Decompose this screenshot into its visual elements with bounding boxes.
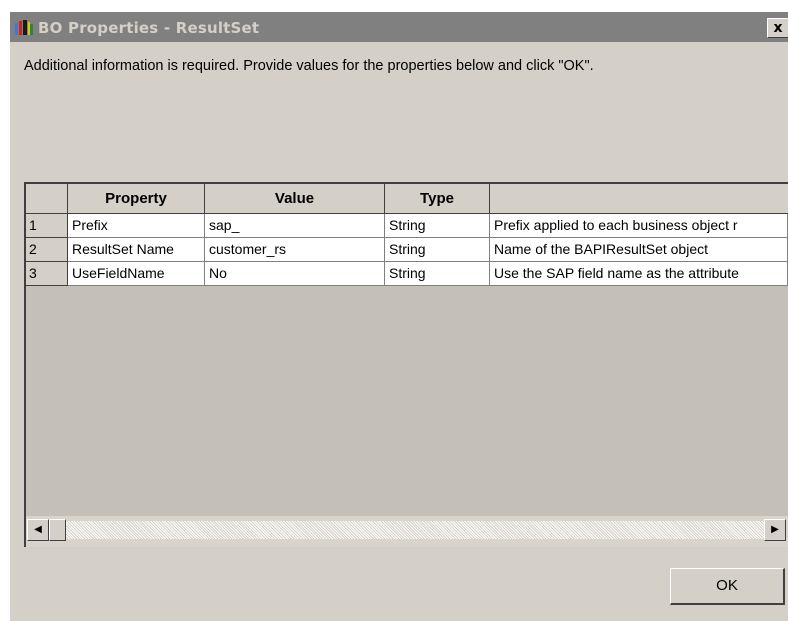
close-button[interactable]: x (767, 18, 788, 38)
column-header-property[interactable]: Property (68, 184, 205, 214)
column-header-value[interactable]: Value (205, 184, 385, 214)
properties-grid: Property Value Type 1 Prefix sap_ String… (24, 182, 788, 547)
arrow-right-icon: ▶ (771, 524, 779, 535)
type-cell[interactable]: String (385, 262, 490, 286)
scroll-right-button[interactable]: ▶ (764, 519, 786, 541)
row-number[interactable]: 2 (26, 238, 68, 262)
value-cell[interactable]: customer_rs (205, 238, 385, 262)
row-number[interactable]: 1 (26, 214, 68, 238)
ok-button[interactable]: OK (670, 568, 785, 605)
scroll-track[interactable] (66, 521, 764, 539)
window-title: BO Properties - ResultSet (38, 19, 260, 37)
type-cell[interactable]: String (385, 214, 490, 238)
value-cell[interactable]: No (205, 262, 385, 286)
horizontal-scrollbar[interactable]: ◀ ▶ (26, 516, 788, 547)
row-number[interactable]: 3 (26, 262, 68, 286)
close-icon: x (773, 20, 783, 36)
value-cell[interactable]: sap_ (205, 214, 385, 238)
description-cell[interactable]: Use the SAP field name as the attribute (490, 262, 788, 286)
column-header-description[interactable] (490, 184, 788, 214)
row-header-corner (26, 184, 68, 214)
scroll-thumb[interactable] (49, 519, 66, 541)
property-cell[interactable]: ResultSet Name (68, 238, 205, 262)
column-header-type[interactable]: Type (385, 184, 490, 214)
property-cell[interactable]: Prefix (68, 214, 205, 238)
instruction-text: Additional information is required. Prov… (24, 58, 594, 74)
property-cell[interactable]: UseFieldName (68, 262, 205, 286)
description-cell[interactable]: Prefix applied to each business object r (490, 214, 788, 238)
type-cell[interactable]: String (385, 238, 490, 262)
properties-dialog: BO Properties - ResultSet x Additional i… (10, 12, 788, 621)
title-bar[interactable]: BO Properties - ResultSet x (10, 12, 788, 42)
bo-properties-icon (15, 20, 33, 35)
description-cell[interactable]: Name of the BAPIResultSet object (490, 238, 788, 262)
scroll-left-button[interactable]: ◀ (27, 519, 49, 541)
arrow-left-icon: ◀ (34, 524, 42, 535)
